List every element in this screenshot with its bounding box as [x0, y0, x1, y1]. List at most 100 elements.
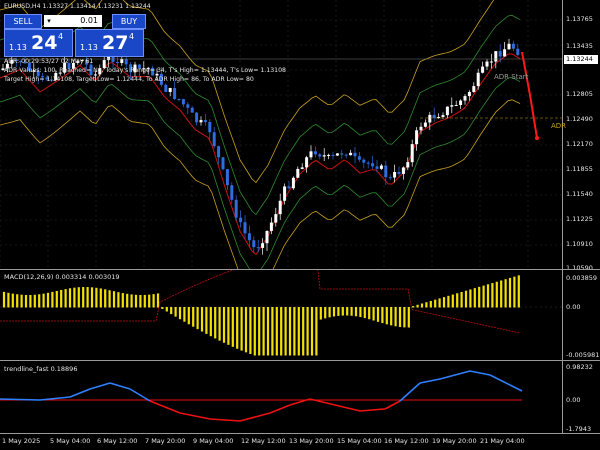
macd-histogram-bar: [82, 287, 85, 308]
sell-price-box[interactable]: 1.13 24 4: [4, 29, 73, 57]
one-click-trading-panel: SELL 0.01 ▾ BUY 1.13 24 4 1.13 27 4: [4, 14, 146, 58]
macd-histogram-bar: [46, 292, 50, 308]
candle-body: [278, 200, 282, 215]
macd-histogram-bar: [95, 287, 98, 308]
candle-body: [305, 157, 309, 168]
trendline-tick: -1.7943: [566, 425, 592, 433]
macd-histogram-bar: [376, 307, 380, 322]
candle-body: [181, 99, 185, 105]
candle-body: [124, 59, 128, 65]
adr-start-label: ADR Start: [494, 73, 529, 81]
current-price-flag: 1.13244: [564, 55, 598, 64]
adr-label: ADR: [551, 122, 567, 130]
macd-histogram-bar: [214, 307, 217, 339]
macd-histogram-bar: [156, 293, 160, 308]
macd-histogram-bar: [174, 307, 177, 317]
macd-histogram-bar: [354, 307, 358, 317]
macd-histogram-bar: [513, 276, 516, 308]
buy-price-box[interactable]: 1.13 27 4: [75, 29, 144, 57]
trendline-segment: [89, 382, 111, 390]
candle-body: [318, 154, 322, 157]
macd-histogram-bar: [68, 288, 72, 308]
macd-histogram-bar: [394, 307, 397, 327]
adr-info-line1: ADR: 00:29:53/27 02 May 61: [4, 58, 94, 65]
macd-histogram-bar: [38, 294, 41, 308]
candle-body: [327, 154, 331, 156]
macd-histogram-bar: [77, 287, 80, 308]
projection-line: [521, 51, 538, 139]
macd-histogram-bar: [491, 283, 494, 308]
trendline-segment: [149, 400, 181, 414]
macd-histogram-bar: [407, 307, 410, 328]
candle-body: [432, 114, 436, 119]
buy-button[interactable]: BUY: [112, 14, 146, 29]
macd-histogram-bar: [288, 307, 292, 356]
candle-body: [384, 165, 388, 178]
macd-histogram-bar: [469, 289, 472, 308]
candle-body: [331, 154, 335, 156]
macd-histogram-bar: [332, 307, 336, 317]
macd-histogram-bar: [183, 307, 186, 322]
time-tick: 13 May 20:00: [289, 437, 334, 445]
macd-histogram-bar: [152, 294, 155, 308]
bollinger-lower: [0, 76, 521, 269]
macd-histogram-bar: [20, 294, 23, 308]
macd-histogram-bar: [473, 288, 476, 308]
macd-histogram-bar: [324, 307, 327, 319]
macd-histogram-bar: [130, 294, 133, 308]
macd-chart[interactable]: [0, 270, 562, 360]
macd-histogram-bar: [275, 307, 278, 356]
buy-price-big: 27: [102, 32, 129, 54]
candle-body: [445, 106, 449, 116]
macd-histogram-bar: [104, 289, 107, 308]
macd-pane[interactable]: [0, 270, 562, 360]
price-tick: 1.12805: [566, 90, 593, 98]
sell-price-big: 24: [31, 32, 58, 54]
candle-body: [208, 122, 212, 133]
macd-histogram-bar: [372, 307, 375, 321]
price-tick: 1.10910: [566, 240, 593, 248]
candle-body: [256, 247, 260, 249]
trendline-axis: 0.98232 0.00 -1.7943: [562, 361, 600, 433]
macd-histogram-bar: [64, 289, 67, 308]
macd-histogram-bar: [90, 287, 94, 308]
trendline-tick: 0.98232: [566, 363, 593, 371]
macd-histogram-bar: [148, 294, 151, 308]
buy-price-sup: 4: [129, 32, 135, 41]
macd-histogram-bar: [134, 294, 138, 308]
time-tick: 1 May 2025: [2, 437, 41, 445]
macd-histogram-bar: [121, 293, 124, 308]
candle-body: [406, 162, 410, 168]
macd-histogram-bar: [319, 307, 322, 320]
macd-tick: 0.00: [566, 303, 581, 311]
macd-histogram-bar: [381, 307, 384, 324]
candle-body: [454, 105, 458, 107]
price-tick: 1.13765: [566, 15, 593, 23]
trendline-chart[interactable]: [0, 361, 562, 433]
trendline-pane[interactable]: [0, 361, 562, 433]
candle-body: [357, 156, 361, 160]
macd-histogram-bar: [350, 307, 353, 316]
candle-body: [450, 105, 454, 107]
trendline-segment: [129, 388, 151, 402]
candle-body: [419, 126, 423, 131]
macd-histogram-bar: [363, 307, 366, 319]
candle-body: [190, 107, 194, 113]
time-tick: 12 May 12:00: [241, 437, 286, 445]
trendline-segment: [334, 404, 361, 412]
candle-body: [120, 59, 124, 64]
macd-histogram-bar: [60, 289, 63, 308]
trendline-label: trendline_fast 0.18896: [4, 365, 78, 373]
macd-histogram-bar: [205, 307, 208, 334]
trendline-segment: [269, 404, 291, 414]
lot-dropdown-icon[interactable]: ▾: [44, 15, 54, 27]
sell-button[interactable]: SELL: [4, 14, 42, 29]
macd-histogram-bar: [504, 279, 507, 308]
candle-body: [511, 43, 515, 49]
trendline-tick: 0.00: [566, 396, 581, 404]
macd-histogram-bar: [293, 307, 296, 356]
macd-histogram-bar: [2, 291, 6, 308]
macd-histogram-bar: [346, 307, 349, 316]
projection-end: [535, 136, 539, 140]
macd-histogram-bar: [284, 307, 287, 356]
